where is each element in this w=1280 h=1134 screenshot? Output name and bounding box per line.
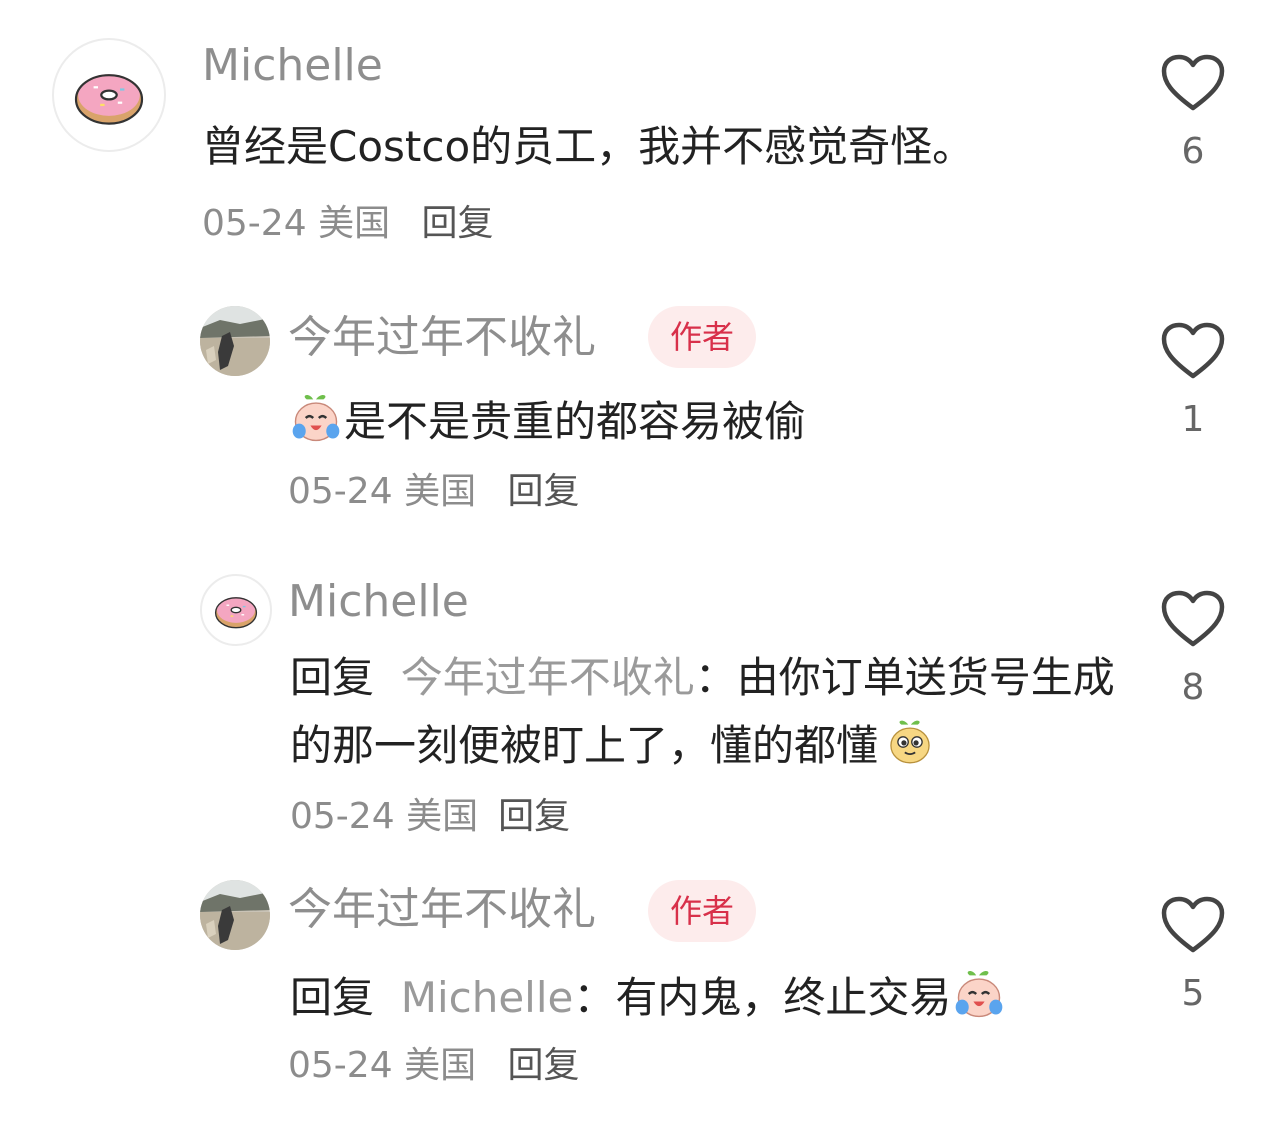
donut-icon bbox=[54, 40, 164, 150]
smug-face-emoji bbox=[884, 716, 936, 768]
like-count: 5 bbox=[1181, 973, 1205, 1014]
crying-laughing-emoji bbox=[951, 966, 1007, 1022]
comment-location: 美国 bbox=[404, 1045, 477, 1086]
comment-meta: 05-24 美国 回复 bbox=[288, 474, 580, 510]
comment-location: 美国 bbox=[404, 471, 477, 512]
heart-outline-icon[interactable] bbox=[1161, 54, 1225, 112]
reply-button[interactable]: 回复 bbox=[422, 203, 494, 244]
avatar[interactable] bbox=[200, 880, 270, 950]
comment-username[interactable]: Michelle bbox=[202, 44, 383, 88]
comment-text: 曾经是Costco的员工，我并不感觉奇怪。 bbox=[202, 122, 975, 171]
comment-text: 是不是贵重的都容易被偷 bbox=[288, 390, 806, 446]
comment-meta: 05-24 美国 回复 bbox=[202, 206, 494, 242]
reply-button[interactable]: 回复 bbox=[508, 1045, 580, 1086]
comment-username[interactable]: 今年过年不收礼 bbox=[288, 888, 596, 932]
heart-outline-icon[interactable] bbox=[1161, 590, 1225, 648]
comment-text: 回复 Michelle：有内鬼，终止交易 bbox=[290, 966, 1007, 1022]
crying-laughing-emoji bbox=[288, 390, 344, 446]
avatar[interactable] bbox=[200, 574, 272, 646]
comment-text: 回复 今年过年不收礼：由你订单送货号生成的那一刻便被盯上了，懂的都懂05-24 … bbox=[290, 653, 1115, 837]
avatar[interactable] bbox=[200, 306, 270, 376]
comment-meta: 05-24 美国 回复 bbox=[290, 796, 570, 837]
comment-username[interactable]: Michelle bbox=[288, 580, 469, 624]
like-count: 6 bbox=[1181, 131, 1205, 172]
like-count: 8 bbox=[1181, 667, 1205, 708]
reply-button[interactable]: 回复 bbox=[498, 796, 570, 837]
comment-date: 05-24 bbox=[288, 471, 393, 512]
comment-location: 美国 bbox=[406, 796, 479, 837]
avatar-photo bbox=[200, 306, 270, 376]
reply-to-username[interactable]: Michelle bbox=[401, 973, 574, 1022]
reply-to-username[interactable]: 今年过年不收礼 bbox=[401, 653, 695, 702]
heart-outline-icon[interactable] bbox=[1161, 896, 1225, 954]
comment-date: 05-24 bbox=[290, 796, 395, 837]
heart-outline-icon[interactable] bbox=[1161, 322, 1225, 380]
reply-button[interactable]: 回复 bbox=[508, 471, 580, 512]
avatar[interactable] bbox=[52, 38, 166, 152]
reply-prefix: 回复 bbox=[290, 973, 375, 1022]
comment-date: 05-24 bbox=[202, 203, 307, 244]
author-badge: 作者 bbox=[648, 880, 757, 942]
author-badge: 作者 bbox=[648, 306, 757, 368]
avatar-photo bbox=[200, 880, 270, 950]
comment-meta: 05-24 美国 回复 bbox=[288, 1048, 580, 1084]
comment-username[interactable]: 今年过年不收礼 bbox=[288, 316, 596, 360]
donut-icon bbox=[202, 576, 270, 644]
comment-location: 美国 bbox=[318, 203, 391, 244]
reply-prefix: 回复 bbox=[290, 653, 375, 702]
comment-date: 05-24 bbox=[288, 1045, 393, 1086]
like-count: 1 bbox=[1181, 399, 1205, 440]
